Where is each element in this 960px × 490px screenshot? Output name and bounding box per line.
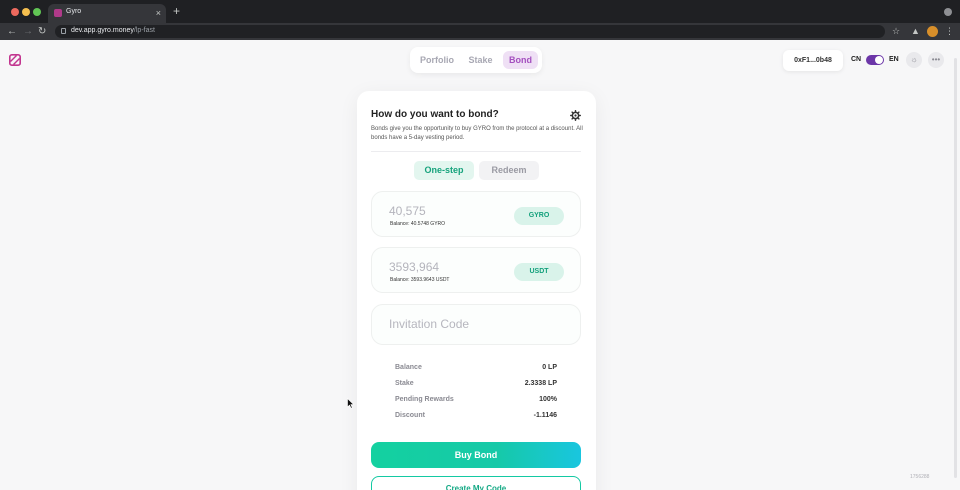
usdt-balance-text: Balance: 3593.9643 USDT [390,277,450,283]
stat-value: 2.3338 LP [524,380,557,387]
toggle-knob [875,56,883,64]
close-window-button[interactable] [11,8,19,16]
gyro-amount-value[interactable]: 40,575 [389,204,426,218]
app-page: Porfolio Stake Bond 0xF1...0b48 CN EN ☼ … [0,40,960,490]
settings-gear-icon[interactable] [570,110,581,121]
gyro-token-chip[interactable]: GYRO [514,207,564,225]
window-menu-icon[interactable] [944,8,952,16]
buy-bond-button[interactable]: Buy Bond [371,442,581,468]
reload-icon[interactable]: ↻ [38,25,46,38]
gyro-amount-field[interactable]: 40,575 Balance: 40.5748 GYRO GYRO [371,191,581,237]
nav-bond-tab[interactable]: Bond [503,51,538,69]
stat-row-pending-rewards: Pending Rewards 100% [395,393,557,409]
bond-stats: Balance 0 LP Stake 2.3338 LP Pending Rew… [395,361,557,425]
mouse-cursor-icon [347,398,355,409]
stat-row-discount: Discount -1.1146 [395,409,557,425]
tab-redeem[interactable]: Redeem [479,161,539,180]
usdt-token-chip[interactable]: USDT [514,263,564,281]
nav-stake-tab[interactable]: Stake [462,51,499,69]
browser-toolbar: ← → ↻ dev.app.gyro.money/lp-fast ☆ ▲ ⋮ [0,23,960,40]
nav-portfolio-tab[interactable]: Porfolio [415,51,459,69]
bond-card: How do you want to bond? Bonds give you … [357,91,596,490]
forward-arrow-icon[interactable]: → [23,25,33,38]
stat-value: -1.1146 [533,412,557,419]
create-my-code-button[interactable]: Create My Code [371,476,581,490]
invitation-code-field[interactable]: Invitation Code [371,304,581,345]
gyro-logo-icon[interactable] [9,54,21,66]
lang-en-label: EN [889,56,899,63]
usdt-amount-value[interactable]: 3593,964 [389,260,439,274]
lang-cn-label: CN [851,56,862,63]
bond-card-title: How do you want to bond? [371,109,499,120]
address-bar[interactable]: dev.app.gyro.money/lp-fast [55,25,885,38]
stat-row-stake: Stake 2.3338 LP [395,377,557,393]
bookmark-star-icon[interactable]: ☆ [892,25,900,38]
language-toggle[interactable] [866,55,884,65]
browser-tab[interactable]: Gyro × [48,4,166,23]
bond-description: Bonds give you the opportunity to buy GY… [371,126,583,141]
invitation-code-placeholder[interactable]: Invitation Code [389,317,469,331]
profile-avatar[interactable] [927,26,938,37]
new-tab-button[interactable]: + [173,4,180,18]
tab-one-step[interactable]: One-step [414,161,474,180]
stat-label: Balance [395,364,422,371]
main-nav: Porfolio Stake Bond [410,47,542,73]
favicon-icon [54,9,62,17]
more-options-button[interactable]: ••• [928,52,944,68]
back-arrow-icon[interactable]: ← [7,25,17,38]
minimize-window-button[interactable] [22,8,30,16]
page-scrollbar[interactable] [954,58,957,478]
lock-icon [61,28,66,34]
browser-tab-bar: Gyro × + [0,0,960,23]
watermark-text: 1756288 [910,474,930,480]
browser-menu-icon[interactable]: ⋮ [945,25,954,38]
tab-close-icon[interactable]: × [156,6,161,20]
theme-sun-icon[interactable]: ☼ [906,52,922,68]
extensions-icon[interactable]: ▲ [911,25,920,38]
divider [371,151,581,152]
stat-label: Discount [395,412,425,419]
url-text: dev.app.gyro.money/lp-fast [71,27,155,34]
stat-label: Stake [395,380,414,387]
stat-label: Pending Rewards [395,396,454,403]
stat-value: 0 LP [542,364,557,371]
stat-row-balance: Balance 0 LP [395,361,557,377]
maximize-window-button[interactable] [33,8,41,16]
usdt-amount-field[interactable]: 3593,964 Balance: 3593.9643 USDT USDT [371,247,581,293]
wallet-address-button[interactable]: 0xF1...0b48 [783,50,843,71]
stat-value: 100% [539,396,557,403]
gyro-balance-text: Balance: 40.5748 GYRO [390,221,446,227]
tab-title: Gyro [66,8,82,15]
